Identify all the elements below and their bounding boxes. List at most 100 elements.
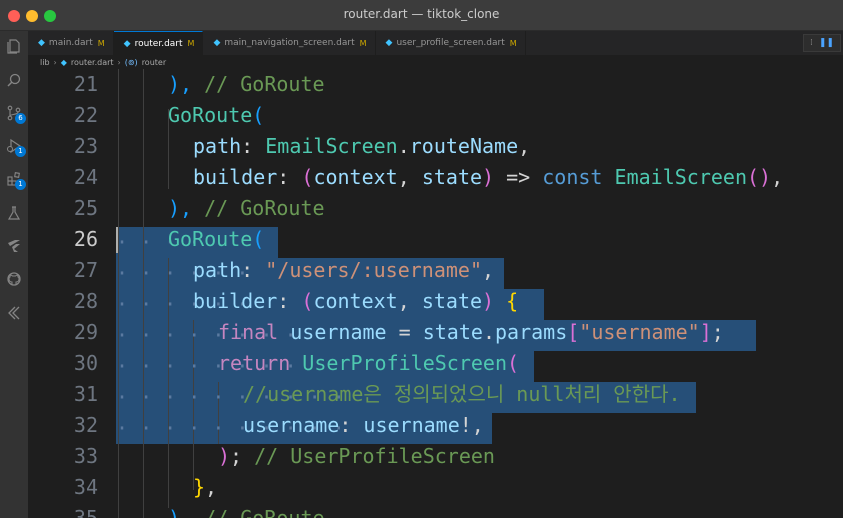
dart-file-icon: ◆ xyxy=(385,38,393,48)
breadcrumb-symbol[interactable]: router xyxy=(142,58,166,67)
code-token: ( xyxy=(301,165,314,189)
remote-icon[interactable] xyxy=(4,303,24,323)
code-line-29: final username = state.params["username"… xyxy=(218,317,724,348)
code-line-27: path: "/users/:username", xyxy=(193,255,494,286)
code-token: username xyxy=(290,320,387,344)
modified-indicator: M xyxy=(509,38,517,48)
extensions-badge: 1 xyxy=(15,179,26,190)
tab-label: main_navigation_screen.dart xyxy=(224,38,355,48)
code-token: path xyxy=(193,258,242,282)
code-token: , xyxy=(205,475,218,499)
code-line-22: GoRoute( xyxy=(168,100,264,131)
code-token: GoRoute xyxy=(168,103,253,127)
code-token: !, xyxy=(459,413,484,437)
code-token: state xyxy=(421,289,483,313)
modified-indicator: M xyxy=(359,38,367,48)
code-token: routeName xyxy=(409,134,519,158)
code-token: const xyxy=(542,165,603,189)
code-token: ) xyxy=(482,289,495,313)
code-token: context xyxy=(313,289,398,313)
tab-main-dart[interactable]: ◆ main.dart M xyxy=(28,31,114,55)
dart-file-icon: ◆ xyxy=(123,38,131,49)
code-token: . xyxy=(397,134,410,158)
chevron-right-icon: › xyxy=(117,57,121,67)
activity-bar: 6 1 1 xyxy=(0,31,28,518)
code-token: , xyxy=(518,134,531,158)
breadcrumb-file[interactable]: router.dart xyxy=(71,58,114,67)
line-number: 23 xyxy=(73,134,98,158)
code-token: EmailScreen xyxy=(614,165,747,189)
line-number: 32 xyxy=(73,413,98,437)
text-cursor xyxy=(116,227,118,253)
code-line-33: ); // UserProfileScreen xyxy=(218,441,495,472)
code-token: . xyxy=(482,320,495,344)
code-line-31: //username은 정의되었으니 null처리 안한다. xyxy=(243,379,681,410)
extensions-icon[interactable]: 1 xyxy=(4,169,26,190)
line-number: 28 xyxy=(73,289,98,313)
code-line-35: ), // GoRoute xyxy=(168,503,325,518)
code-token: GoRoute xyxy=(168,227,253,251)
modified-indicator: M xyxy=(97,38,105,48)
run-debug-icon[interactable]: 1 xyxy=(4,136,26,157)
flutter-icon[interactable] xyxy=(4,236,24,256)
line-number: 27 xyxy=(73,258,98,282)
tab-user-profile-screen-dart[interactable]: ◆ user_profile_screen.dart M xyxy=(376,31,526,55)
code-comment: //username은 정의되었으니 null처리 안한다. xyxy=(243,382,681,406)
code-token: state xyxy=(421,165,483,189)
code-token: [ xyxy=(567,320,580,344)
code-line-34: }, xyxy=(193,472,217,503)
code-token: : xyxy=(241,258,266,282)
testing-icon[interactable] xyxy=(4,203,24,223)
code-token: path xyxy=(193,134,242,158)
line-number: 24 xyxy=(73,165,98,189)
code-token: : xyxy=(277,165,302,189)
code-token: context xyxy=(313,165,398,189)
line-number-current: 26 xyxy=(73,227,98,251)
line-number: 22 xyxy=(73,103,98,127)
code-string: "username" xyxy=(579,320,700,344)
tab-router-dart[interactable]: ◆ router.dart M xyxy=(113,31,204,55)
line-number: 31 xyxy=(73,382,98,406)
code-token: { xyxy=(506,289,519,313)
code-comment: // UserProfileScreen xyxy=(242,444,495,468)
tab-label: main.dart xyxy=(48,38,93,48)
code-comment: // GoRoute xyxy=(192,196,325,220)
run-debug-badge: 1 xyxy=(15,146,26,157)
breadcrumb-folder[interactable]: lib xyxy=(40,58,50,67)
code-line-21: ), // GoRoute xyxy=(168,69,325,100)
code-token: ; xyxy=(230,444,243,468)
code-line-32: username: username!, xyxy=(243,410,484,441)
code-token: username xyxy=(243,413,340,437)
code-line-28: builder: (context, state) { xyxy=(193,286,518,317)
source-control-badge: 6 xyxy=(15,113,26,124)
source-control-icon[interactable]: 6 xyxy=(4,103,26,124)
search-icon[interactable] xyxy=(4,70,24,90)
pause-icon[interactable]: ❚❚ xyxy=(819,38,834,48)
explorer-icon[interactable] xyxy=(4,36,24,56)
dart-file-icon: ◆ xyxy=(213,38,221,48)
drag-handle-icon[interactable]: ⁞ xyxy=(810,38,813,48)
code-token: : xyxy=(277,289,302,313)
code-token: ) xyxy=(482,165,495,189)
code-token: state xyxy=(422,320,483,344)
code-token: ( xyxy=(301,289,314,313)
code-token: : xyxy=(339,413,364,437)
code-token: username xyxy=(363,413,460,437)
code-token: ), xyxy=(168,506,193,518)
code-token: EmailScreen xyxy=(265,134,398,158)
code-token: = xyxy=(386,320,423,344)
title-bar: router.dart — tiktok_clone xyxy=(0,0,843,31)
code-line-23: path: EmailScreen.routeName, xyxy=(193,131,530,162)
code-token: => xyxy=(494,165,543,189)
editor-tabs: ◆ main.dart M ◆ router.dart M ◆ main_nav… xyxy=(28,31,843,55)
code-editor[interactable]: · · · · · · · · · · · · · · · · · · · · … xyxy=(28,69,843,518)
line-number: 21 xyxy=(73,72,98,96)
code-token: UserProfileScreen xyxy=(302,351,507,375)
github-icon[interactable] xyxy=(4,269,24,289)
line-number: 35 xyxy=(73,506,98,518)
tab-main-navigation-screen-dart[interactable]: ◆ main_navigation_screen.dart M xyxy=(203,31,376,55)
